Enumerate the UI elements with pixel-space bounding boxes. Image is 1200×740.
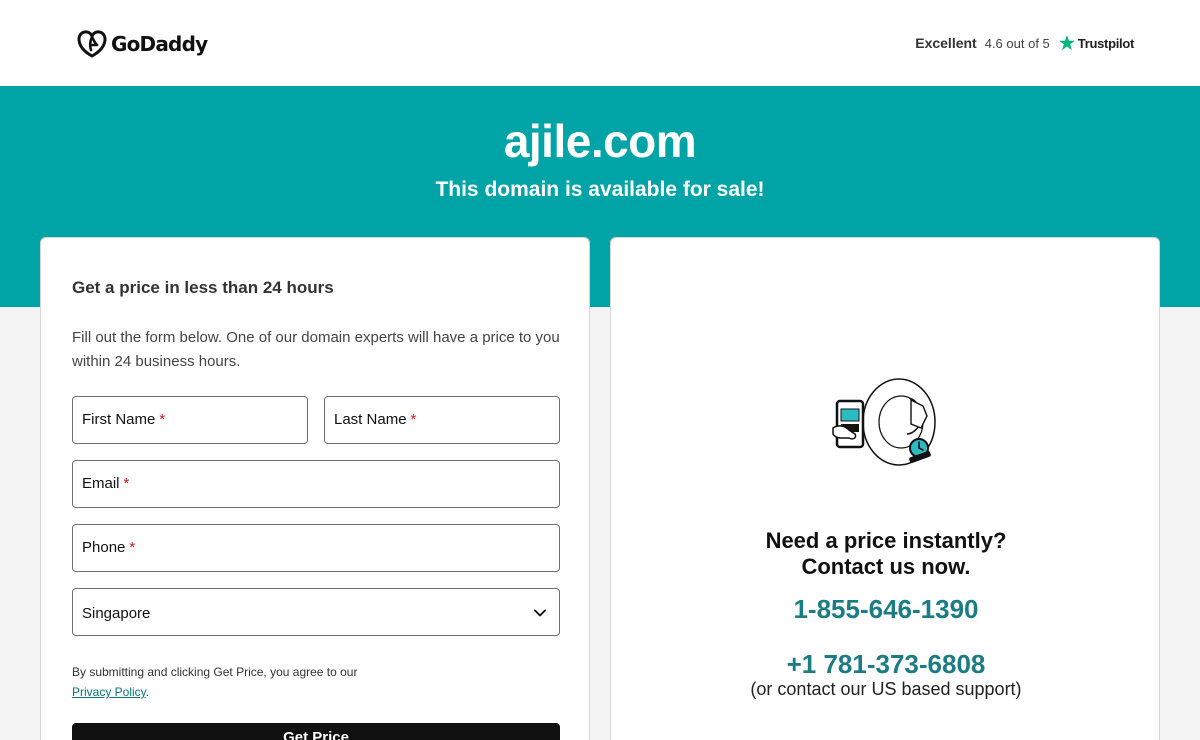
email-label: Email * [82, 475, 129, 492]
phone-field[interactable]: Phone * [72, 524, 560, 572]
cta-line-1: Need a price instantly? [765, 528, 1007, 553]
brand-name: GoDaddy [111, 32, 208, 56]
email-label-text: Email [82, 475, 120, 492]
last-name-field[interactable]: Last Name * [324, 396, 560, 444]
phone-number-tollfree[interactable]: 1-855-646-1390 [611, 594, 1161, 625]
godaddy-heart-icon [77, 30, 107, 58]
required-marker: * [410, 411, 417, 428]
phone-number-us[interactable]: +1 781-373-6808 [611, 649, 1161, 680]
chevron-down-icon [534, 609, 546, 617]
trustpilot-brand: Trustpilot [1077, 35, 1135, 51]
sale-subtitle: This domain is available for sale! [435, 178, 765, 201]
trustpilot-star-icon [1058, 35, 1075, 51]
cta-line-2: Contact us now. [801, 554, 971, 579]
get-price-button[interactable]: Get Price [72, 723, 560, 740]
country-select[interactable]: Singapore [72, 588, 560, 636]
first-name-label: First Name * [82, 411, 165, 428]
country-value: Singapore [82, 605, 151, 622]
trustpilot-score: 4.6 out of 5 [984, 35, 1050, 51]
phone-label-text: Phone [82, 539, 126, 556]
required-marker: * [123, 475, 130, 492]
privacy-policy-link[interactable]: Privacy Policy [72, 685, 146, 699]
phone-label: Phone * [82, 539, 135, 556]
legal-notice: By submitting and clicking Get Price, yo… [72, 662, 552, 702]
required-marker: * [159, 411, 166, 428]
last-name-label: Last Name * [334, 411, 416, 428]
price-request-form: Get a price in less than 24 hours Fill o… [40, 237, 590, 740]
form-description: Fill out the form below. One of our doma… [72, 329, 560, 370]
form-title: Get a price in less than 24 hours [72, 278, 334, 297]
trustpilot-rating-word: Excellent [915, 35, 977, 51]
site-header: GoDaddy Excellent 4.6 out of 5 Trustpilo… [0, 0, 1200, 86]
first-name-field[interactable]: First Name * [72, 396, 308, 444]
first-name-label-text: First Name [82, 411, 156, 428]
phone-hand-clock-illustration-icon [832, 378, 936, 466]
trustpilot-rating[interactable]: Excellent 4.6 out of 5 Trustpilot [915, 32, 1134, 54]
last-name-label-text: Last Name [334, 411, 407, 428]
contact-panel: Need a price instantly? Contact us now. … [610, 237, 1160, 740]
domain-name: ajile.com [503, 115, 697, 167]
godaddy-logo[interactable]: GoDaddy [77, 28, 208, 60]
email-field[interactable]: Email * [72, 460, 560, 508]
support-note: (or contact our US based support) [750, 679, 1022, 699]
required-marker: * [129, 539, 136, 556]
legal-text: By submitting and clicking Get Price, yo… [72, 665, 358, 679]
contact-cta: Need a price instantly? Contact us now. [611, 528, 1161, 580]
legal-end: . [145, 685, 150, 699]
